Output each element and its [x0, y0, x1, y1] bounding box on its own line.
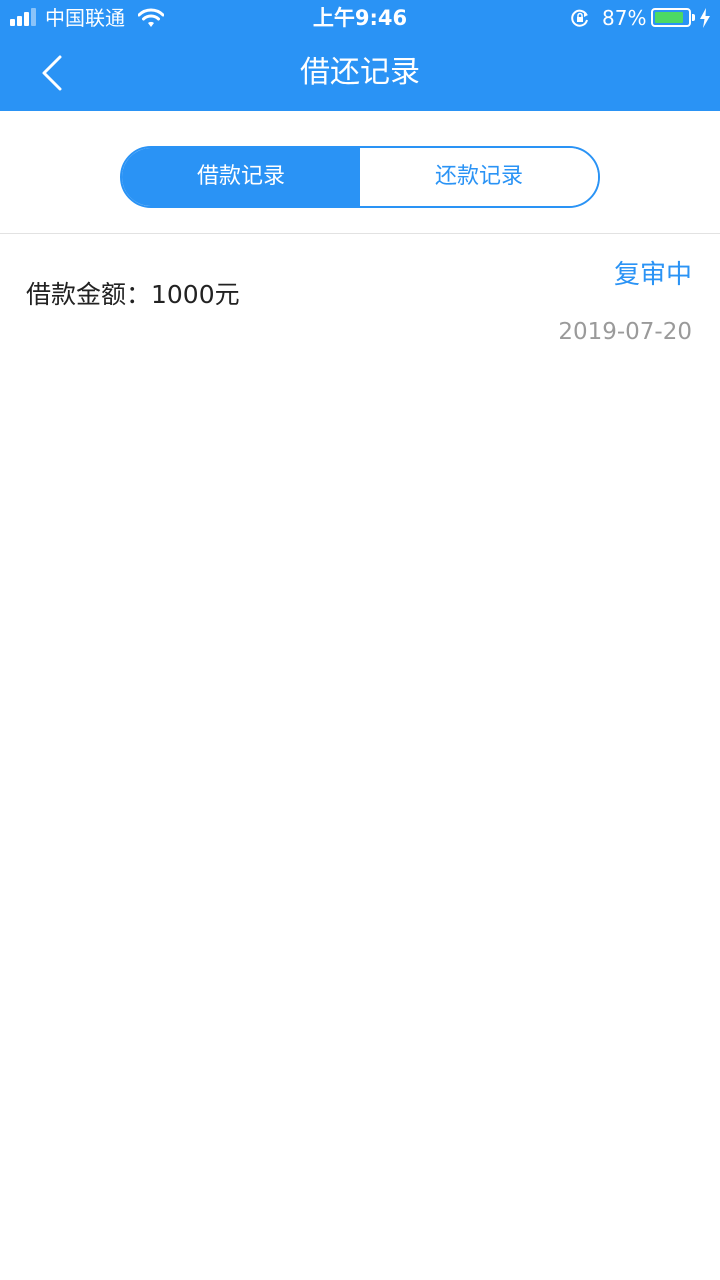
tab-repay-records[interactable]: 还款记录: [360, 148, 598, 206]
battery-cap: [692, 14, 695, 21]
segmented-control: 借款记录 还款记录: [120, 146, 600, 208]
header: 中国联通 上午9:46 87% 借还记录: [0, 0, 720, 111]
battery-level-fill: [655, 12, 683, 23]
charging-icon: [700, 8, 710, 28]
tab-area: 借款记录 还款记录: [0, 111, 720, 234]
record-date: 2019-07-20: [558, 319, 692, 345]
loan-amount: 借款金额：1000元: [26, 280, 240, 309]
status-bar: 中国联通 上午9:46 87%: [0, 0, 720, 36]
battery-percent: 87%: [602, 6, 647, 30]
list-item[interactable]: 借款金额：1000元 复审中 2019-07-20: [0, 234, 720, 364]
navigation-bar: 借还记录: [0, 36, 720, 111]
tab-borrow-records[interactable]: 借款记录: [122, 148, 360, 206]
status-badge: 复审中: [613, 260, 692, 290]
battery-icon: [651, 8, 691, 27]
orientation-lock-icon: [571, 9, 588, 27]
page-title: 借还记录: [300, 55, 420, 90]
